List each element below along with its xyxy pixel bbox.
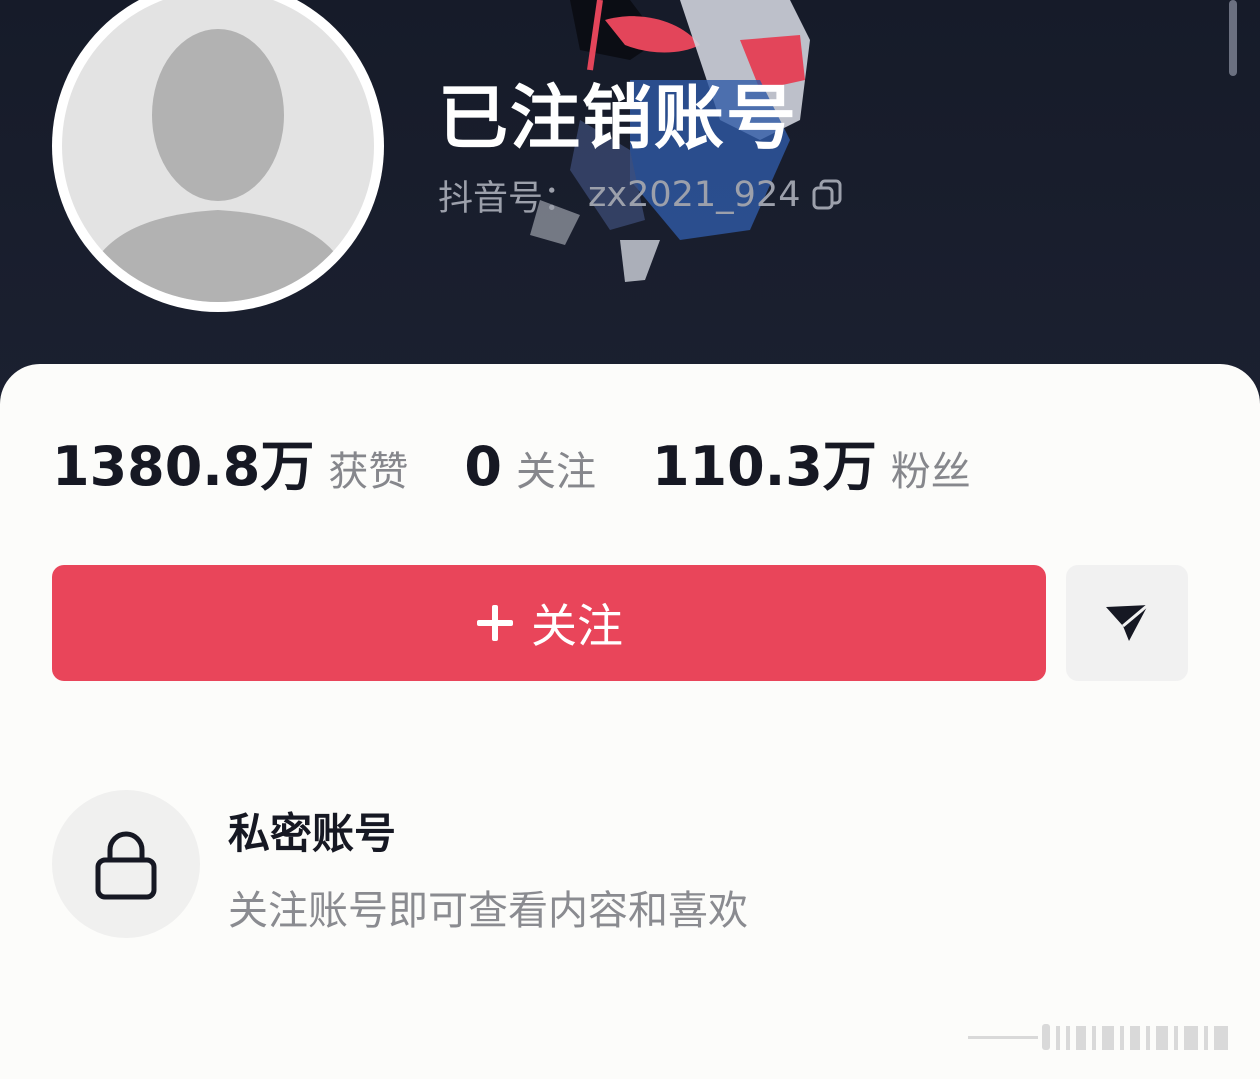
lock-badge: [52, 790, 200, 938]
stat-likes-label: 获赞: [328, 449, 409, 495]
paper-plane-icon: [1106, 603, 1149, 641]
follow-button[interactable]: 关注: [52, 565, 1046, 681]
douyin-id-row[interactable]: 抖音号： zx2021_924: [438, 172, 844, 219]
profile-header: 已注销账号 抖音号： zx2021_924: [0, 0, 1260, 400]
stat-followers-label: 粉丝: [890, 449, 971, 495]
stat-following[interactable]: 0 关注: [464, 435, 596, 498]
avatar[interactable]: [52, 0, 384, 312]
stat-likes-value: 1380.8万: [52, 435, 315, 498]
stat-following-value: 0: [464, 435, 502, 498]
douyin-id-value: zx2021_924: [588, 175, 801, 215]
watermark-mark: [968, 1024, 1228, 1050]
private-account-notice: 私密账号 关注账号即可查看内容和喜欢: [52, 790, 952, 940]
stat-followers-value: 110.3万: [651, 435, 877, 498]
profile-card: 1380.8万 获赞 0 关注 110.3万 粉丝 关注 私密账号 关注账号即可…: [0, 364, 1260, 1079]
follow-button-label: 关注: [531, 599, 623, 653]
share-button[interactable]: [1066, 565, 1188, 681]
plus-icon: [477, 605, 513, 641]
private-account-title: 私密账号: [228, 809, 397, 858]
default-avatar-icon: [82, 29, 354, 302]
stat-following-label: 关注: [515, 449, 596, 495]
stats-row: 1380.8万 获赞 0 关注 110.3万 粉丝: [52, 422, 1027, 498]
stat-followers[interactable]: 110.3万 粉丝: [652, 422, 971, 501]
lock-icon: [95, 831, 157, 900]
profile-nickname: 已注销账号: [438, 77, 798, 159]
douyin-id-label: 抖音号：: [438, 178, 579, 219]
copy-icon[interactable]: [810, 178, 844, 212]
scroll-indicator[interactable]: [1229, 0, 1237, 76]
stat-likes[interactable]: 1380.8万 获赞: [52, 422, 408, 501]
private-account-description: 关注账号即可查看内容和喜欢: [228, 888, 748, 934]
